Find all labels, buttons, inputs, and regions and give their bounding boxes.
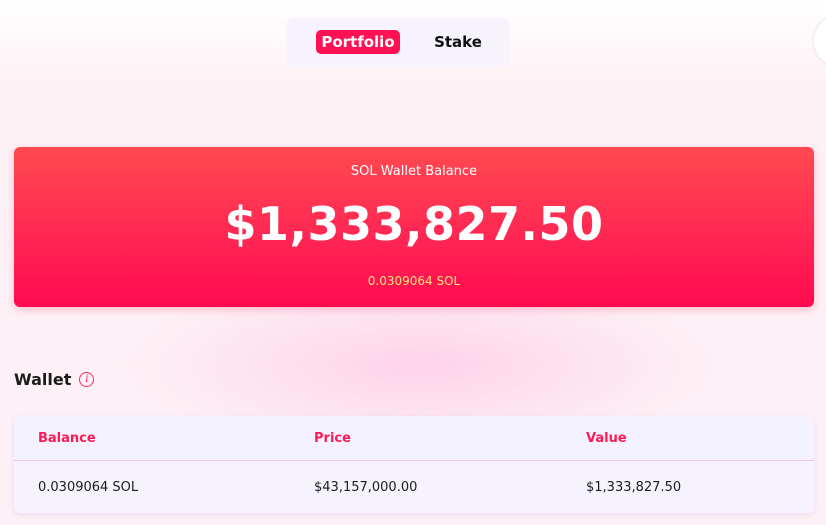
- column-header-balance: Balance: [38, 430, 96, 446]
- wallet-table: Balance Price Value 0.0309064 SOL $43,15…: [14, 416, 814, 513]
- balance-card: SOL Wallet Balance $1,333,827.50 0.03090…: [14, 147, 814, 307]
- info-icon[interactable]: i: [79, 372, 95, 387]
- cell-price: $43,157,000.00: [314, 479, 418, 495]
- cell-balance: 0.0309064 SOL: [38, 479, 139, 495]
- wallet-heading: Wallet i: [14, 370, 95, 389]
- cell-value: $1,333,827.50: [586, 479, 682, 495]
- column-header-value: Value: [586, 430, 627, 446]
- view-tab-switcher: Portfolio Stake: [286, 18, 510, 66]
- tab-portfolio[interactable]: Portfolio: [316, 30, 400, 54]
- balance-label: SOL Wallet Balance: [350, 164, 478, 179]
- column-header-price: Price: [314, 430, 351, 446]
- balance-sol-amount: 0.0309064 SOL: [367, 274, 461, 288]
- wallet-title: Wallet: [14, 370, 72, 389]
- table-header: Balance Price Value: [14, 416, 814, 461]
- tab-stake[interactable]: Stake: [426, 30, 490, 54]
- table-row: 0.0309064 SOL $43,157,000.00 $1,333,827.…: [14, 461, 814, 513]
- account-avatar[interactable]: [814, 16, 826, 66]
- balance-amount: $1,333,827.50: [224, 197, 604, 251]
